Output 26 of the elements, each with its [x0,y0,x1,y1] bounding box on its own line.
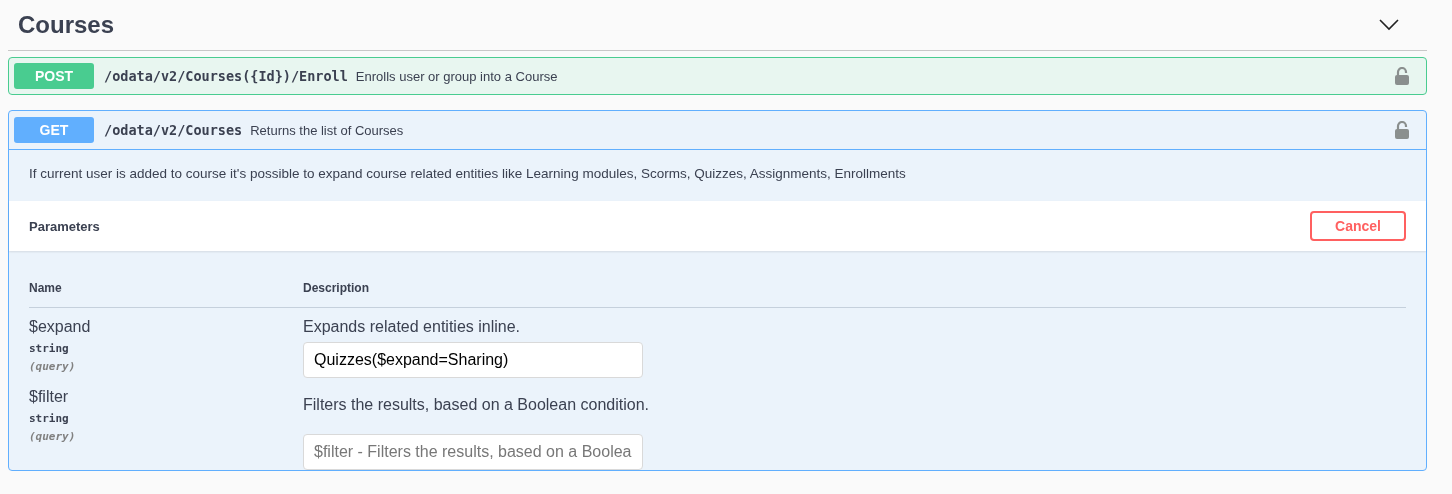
padlock-icon[interactable] [1395,121,1409,139]
padlock-icon[interactable] [1395,67,1409,85]
operation-description: If current user is added to course it's possible to expand course related entities like Learning modules, Scorms, Quizzes, Assignments, Enrollments [28,165,907,183]
endpoint-summary: Enrolls user or group into a Course [355,68,558,84]
operation-header[interactable]: POST /odata/v2/Courses({Id})/Enroll Enrolls user or group into a Course [9,58,1426,94]
section-title[interactable]: Courses [18,11,115,39]
parameter-description: Filters the results, based on a Boolean condition. [303,396,650,414]
endpoint-path[interactable]: /odata/v2/Courses({Id})/Enroll [104,68,348,84]
input-field[interactable]: $filter - Filters the results, based on a Boolea [303,434,643,470]
parameter-type: string [29,342,70,355]
parameter-description: Expands related entities inline. [303,318,522,336]
parameter-location: (query) [29,430,77,443]
endpoint-path[interactable]: /odata/v2/Courses [104,122,243,138]
parameter-type: string [29,412,70,425]
column-header: Description [303,281,370,295]
parameters-title: Parameters [29,218,100,234]
method-badge: GET [14,117,94,143]
operation-header[interactable]: GET /odata/v2/Courses Returns the list of Courses [9,111,1426,150]
chevron-icon[interactable] [1379,19,1399,31]
parameter-name: $filter [29,388,70,406]
input-field[interactable]: Quizzes($expand=Sharing) [303,342,643,378]
method-badge: POST [14,63,94,89]
parameter-name: $expand [29,318,92,336]
endpoint-summary: Returns the list of Courses [250,122,404,138]
parameter-location: (query) [29,360,77,373]
column-header: Name [29,281,63,295]
